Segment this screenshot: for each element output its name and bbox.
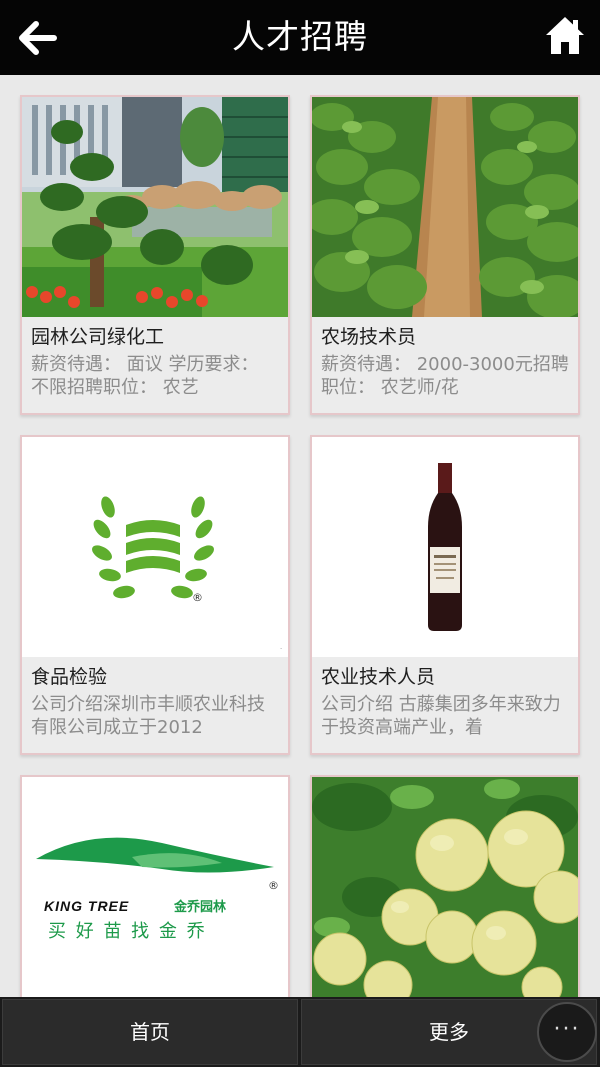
job-grid: 园林公司绿化工 薪资待遇： 面议 学历要求： 不限招聘职位： 农艺 农场技术员 … [0,75,600,997]
job-desc: 公司介绍 古藤集团多年来致力于投资高端产业，着 [321,694,561,738]
svg-text:®: ® [268,879,279,892]
bottom-nav: 首页 更多 ··· [0,997,600,1067]
job-card[interactable]: KING TREE 金乔园林 ® 买 好 苗 找 金 乔 [20,775,290,997]
job-card[interactable]: ® · 食品检验 公司介绍深圳市丰顺农业科技有限公司成立于2012 [20,435,290,755]
home-button[interactable] [544,14,586,58]
logo-text-en: KING TREE [44,898,129,914]
logo-text-cn: 金乔园林 [173,899,226,915]
job-title: 食品检验 [31,666,108,688]
job-image-wine-bottle [312,437,578,657]
more-dots-icon: ··· [553,1017,581,1042]
menu-dots-button[interactable]: ··· [537,1002,597,1062]
job-card[interactable]: 园林公司绿化工 薪资待遇： 面议 学历要求： 不限招聘职位： 农艺 [20,95,290,415]
job-info: 食品检验 公司介绍深圳市丰顺农业科技有限公司成立于2012 [22,657,288,753]
job-title: 农场技术员 [321,326,417,348]
job-desc: 公司介绍深圳市丰顺农业科技有限公司成立于2012 [31,694,265,738]
home-tab[interactable]: 首页 [2,999,298,1065]
job-info: 园林公司绿化工 薪资待遇： 面议 学历要求： 不限招聘职位： 农艺 [22,317,288,413]
job-image-laurel-logo: ® · [22,437,288,657]
svg-text:®: ® [192,591,203,604]
job-title: 农业技术人员 [321,666,436,688]
home-icon [546,17,584,54]
job-desc: 薪资待遇： 2000-3000元招聘职位： 农艺师/花 [321,354,569,398]
job-info: 农场技术员 薪资待遇： 2000-3000元招聘职位： 农艺师/花 [312,317,578,413]
svg-text:·: · [280,646,282,653]
header-bar: 人才招聘 [0,0,600,75]
job-info: 农业技术人员 公司介绍 古藤集团多年来致力于投资高端产业，着 [312,657,578,753]
job-desc: 薪资待遇： 面议 学历要求： 不限招聘职位： 农艺 [31,354,259,398]
job-card[interactable]: 农场技术员 薪资待遇： 2000-3000元招聘职位： 农艺师/花 [310,95,580,415]
job-image-garden [22,97,288,317]
job-image-pears [312,777,578,997]
job-card[interactable]: 农业技术人员 公司介绍 古藤集团多年来致力于投资高端产业，着 [310,435,580,755]
logo-slogan: 买 好 苗 找 金 乔 [48,921,207,942]
job-title: 园林公司绿化工 [31,326,165,348]
job-card[interactable] [310,775,580,997]
page-title: 人才招聘 [232,17,368,56]
job-image-farm-rows [312,97,578,317]
job-image-kingtree-logo: KING TREE 金乔园林 ® 买 好 苗 找 金 乔 [22,777,288,997]
